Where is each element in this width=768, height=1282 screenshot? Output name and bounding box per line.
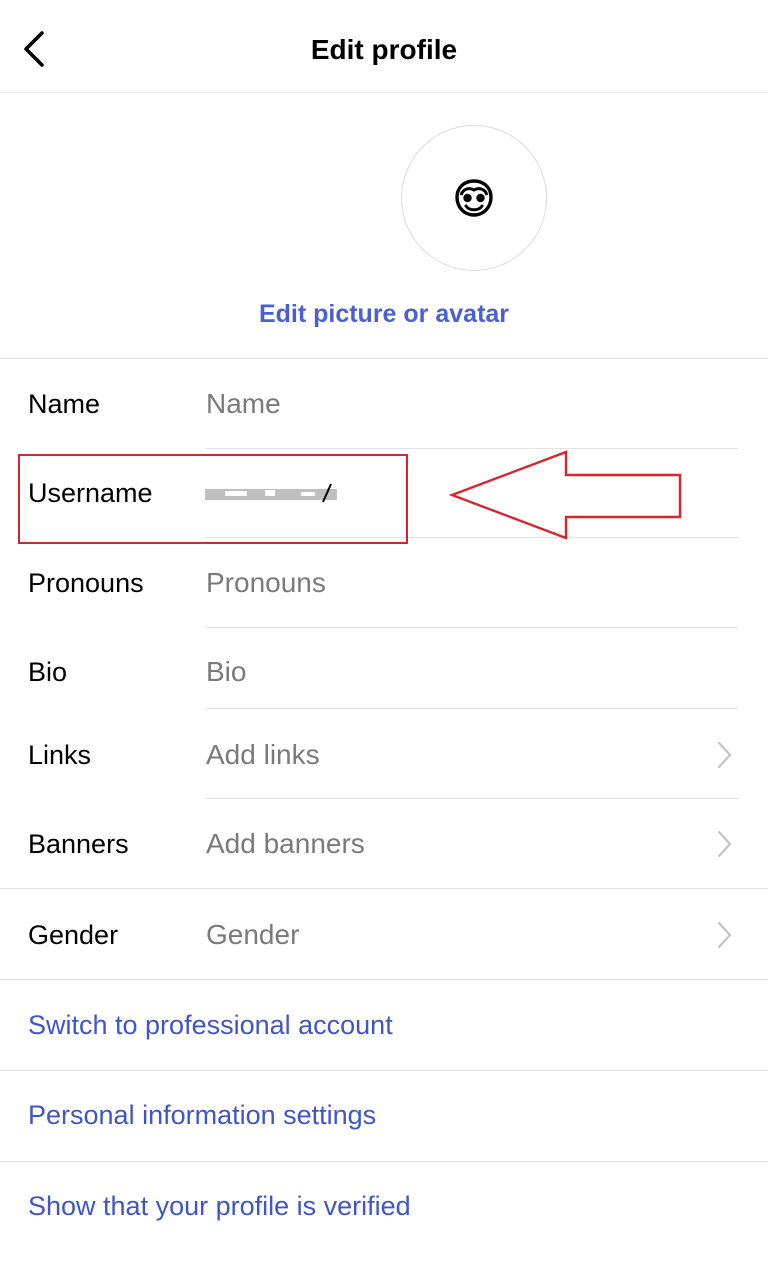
banners-field[interactable]: Add banners xyxy=(206,828,365,860)
show-verified-link[interactable]: Show that your profile is verified xyxy=(28,1191,411,1222)
personal-info-settings-link[interactable]: Personal information settings xyxy=(28,1100,376,1131)
arrow-left-icon xyxy=(448,450,682,540)
bio-label: Bio xyxy=(28,657,68,687)
pronouns-field[interactable]: Pronouns xyxy=(206,567,326,599)
gender-field[interactable]: Gender xyxy=(206,919,299,951)
pronouns-label: Pronouns xyxy=(28,568,144,598)
divider xyxy=(0,1161,768,1162)
chevron-right-icon[interactable] xyxy=(710,827,738,861)
links-field[interactable]: Add links xyxy=(206,739,320,771)
switch-professional-link[interactable]: Switch to professional account xyxy=(28,1010,393,1041)
divider xyxy=(205,627,738,628)
avatar[interactable] xyxy=(401,125,547,271)
edit-picture-link[interactable]: Edit picture or avatar xyxy=(0,300,768,329)
banners-label: Banners xyxy=(28,829,129,859)
gender-label: Gender xyxy=(28,920,119,950)
divider xyxy=(0,358,768,359)
links-label: Links xyxy=(28,740,92,770)
chevron-right-icon[interactable] xyxy=(710,738,738,772)
divider xyxy=(0,1070,768,1071)
name-label: Name xyxy=(28,389,101,419)
monkey-avatar-icon xyxy=(455,179,493,217)
divider xyxy=(205,798,738,799)
highlight-box xyxy=(18,454,408,544)
name-field[interactable]: Name xyxy=(206,388,281,420)
page-title: Edit profile xyxy=(310,34,458,65)
chevron-right-icon[interactable] xyxy=(710,918,738,952)
divider xyxy=(0,979,768,980)
bio-field[interactable]: Bio xyxy=(206,656,246,688)
divider xyxy=(0,888,768,889)
divider xyxy=(205,708,738,709)
